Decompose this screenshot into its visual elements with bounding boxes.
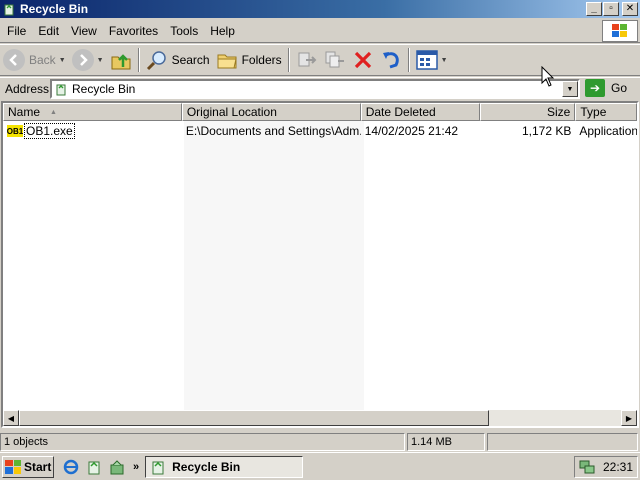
address-dropdown-icon[interactable]: ▼ <box>562 81 578 97</box>
column-headers: Name ▲ Original Location Date Deleted Si… <box>3 103 637 121</box>
sort-ascending-icon: ▲ <box>50 108 57 116</box>
cell-name: OB1 OB1.exe <box>3 123 182 139</box>
go-label: Go <box>611 81 628 95</box>
network-icon[interactable] <box>579 459 595 475</box>
application-file-icon: OB1 <box>6 125 24 137</box>
folders-button[interactable]: Folders <box>213 46 285 74</box>
copy-to-icon <box>325 51 344 68</box>
windows-flag-icon <box>5 459 21 474</box>
close-button[interactable]: ✕ <box>622 2 638 16</box>
back-label: Back <box>29 53 56 67</box>
undo-icon <box>382 52 399 69</box>
scroll-left-icon[interactable]: ◀ <box>3 410 19 426</box>
taskbar-recycle-bin-button[interactable]: Recycle Bin <box>145 455 304 478</box>
scroll-track[interactable] <box>19 410 621 426</box>
file-list[interactable]: Name ▲ Original Location Date Deleted Si… <box>1 101 639 428</box>
forward-dropdown-icon[interactable]: ▼ <box>97 57 104 64</box>
menu-file[interactable]: File <box>2 24 31 38</box>
views-icon <box>415 50 438 70</box>
file-name[interactable]: OB1.exe <box>24 123 75 139</box>
horizontal-scrollbar[interactable]: ◀ ▶ <box>3 410 637 426</box>
start-label: Start <box>24 459 52 474</box>
back-dropdown-icon[interactable]: ▼ <box>59 57 66 64</box>
search-label: Search <box>171 53 210 67</box>
recycle-bin-icon <box>152 461 164 474</box>
internet-explorer-icon[interactable] <box>62 458 80 476</box>
search-button[interactable]: Search <box>143 46 213 74</box>
address-value: Recycle Bin <box>72 82 136 96</box>
toolbar-separator <box>137 48 140 72</box>
quick-launch: » <box>62 458 145 476</box>
status-size: 1.14 MB <box>407 433 485 451</box>
search-icon <box>146 51 166 71</box>
column-header-original-location[interactable]: Original Location <box>181 103 361 121</box>
system-tray: 22:31 <box>574 456 638 478</box>
table-row[interactable]: OB1 OB1.exe E:\Documents and Settings\Ad… <box>3 123 637 139</box>
back-button[interactable]: Back ▼ <box>0 46 69 74</box>
toolbar-separator <box>407 48 410 72</box>
cell-original-location: E:\Documents and Settings\Adm... <box>185 124 361 138</box>
cell-size: 1,172 KB <box>521 124 572 138</box>
scroll-thumb[interactable] <box>19 410 489 426</box>
taskbar: Start » Recycle Bin 22:31 <box>0 452 640 480</box>
move-to-button[interactable] <box>293 46 321 74</box>
go-arrow-icon: ➔ <box>585 79 605 97</box>
address-label: Address <box>5 81 50 96</box>
copy-to-button[interactable] <box>321 46 349 74</box>
go-button[interactable]: ➔ Go <box>585 79 627 97</box>
start-button[interactable]: Start <box>2 455 54 478</box>
quick-launch-chevron[interactable]: » <box>133 461 139 473</box>
menu-edit[interactable]: Edit <box>33 24 64 38</box>
move-to-icon <box>298 52 317 67</box>
title-bar[interactable]: Recycle Bin _ ▫ ✕ <box>0 0 640 18</box>
delete-button[interactable] <box>349 46 377 74</box>
clock[interactable]: 22:31 <box>603 460 633 474</box>
recycle-bin-icon <box>4 4 14 16</box>
forward-arrow-icon <box>71 49 94 71</box>
program-shortcut-icon[interactable] <box>108 458 126 476</box>
status-zone <box>487 433 638 451</box>
status-bar: 1 objects 1.14 MB <box>0 433 640 451</box>
column-header-name[interactable]: Name ▲ <box>3 103 182 121</box>
folders-label: Folders <box>241 53 282 67</box>
forward-button[interactable]: ▼ <box>69 46 107 74</box>
address-input[interactable]: Recycle Bin ▼ <box>50 79 580 99</box>
sorted-column-highlight <box>184 121 364 411</box>
up-folder-icon <box>111 54 131 70</box>
column-header-type[interactable]: Type <box>575 103 637 121</box>
column-header-date-deleted[interactable]: Date Deleted <box>360 103 480 121</box>
undo-button[interactable] <box>377 46 405 74</box>
column-header-name-label: Name <box>8 105 41 119</box>
menu-bar: File Edit View Favorites Tools Help <box>0 19 640 43</box>
minimize-button[interactable]: _ <box>586 2 602 16</box>
delete-x-icon <box>354 51 371 69</box>
mouse-cursor-icon <box>541 66 555 87</box>
menu-view[interactable]: View <box>66 24 102 38</box>
maximize-button[interactable]: ▫ <box>603 2 619 16</box>
menu-tools[interactable]: Tools <box>165 24 203 38</box>
back-arrow-icon <box>3 49 25 71</box>
folders-icon <box>217 54 237 69</box>
toolbar-separator <box>287 48 290 72</box>
cell-date-deleted: 14/02/2025 21:42 <box>364 124 459 138</box>
views-dropdown-icon[interactable]: ▼ <box>441 57 448 64</box>
taskbar-recycle-bin-label: Recycle Bin <box>172 459 241 474</box>
menu-favorites[interactable]: Favorites <box>104 24 163 38</box>
recycle-bin-icon <box>56 84 66 96</box>
views-button[interactable]: ▼ <box>413 46 451 74</box>
windows-logo-icon <box>602 20 638 42</box>
window-title: Recycle Bin <box>20 2 89 16</box>
cell-type: Application <box>579 124 637 138</box>
scroll-right-icon[interactable]: ▶ <box>621 410 637 426</box>
status-objects: 1 objects <box>0 433 405 451</box>
menu-help[interactable]: Help <box>205 24 240 38</box>
recycle-bin-quicklaunch-icon[interactable] <box>85 458 103 476</box>
up-folder-button[interactable] <box>107 46 135 74</box>
column-header-size[interactable]: Size <box>479 103 576 121</box>
